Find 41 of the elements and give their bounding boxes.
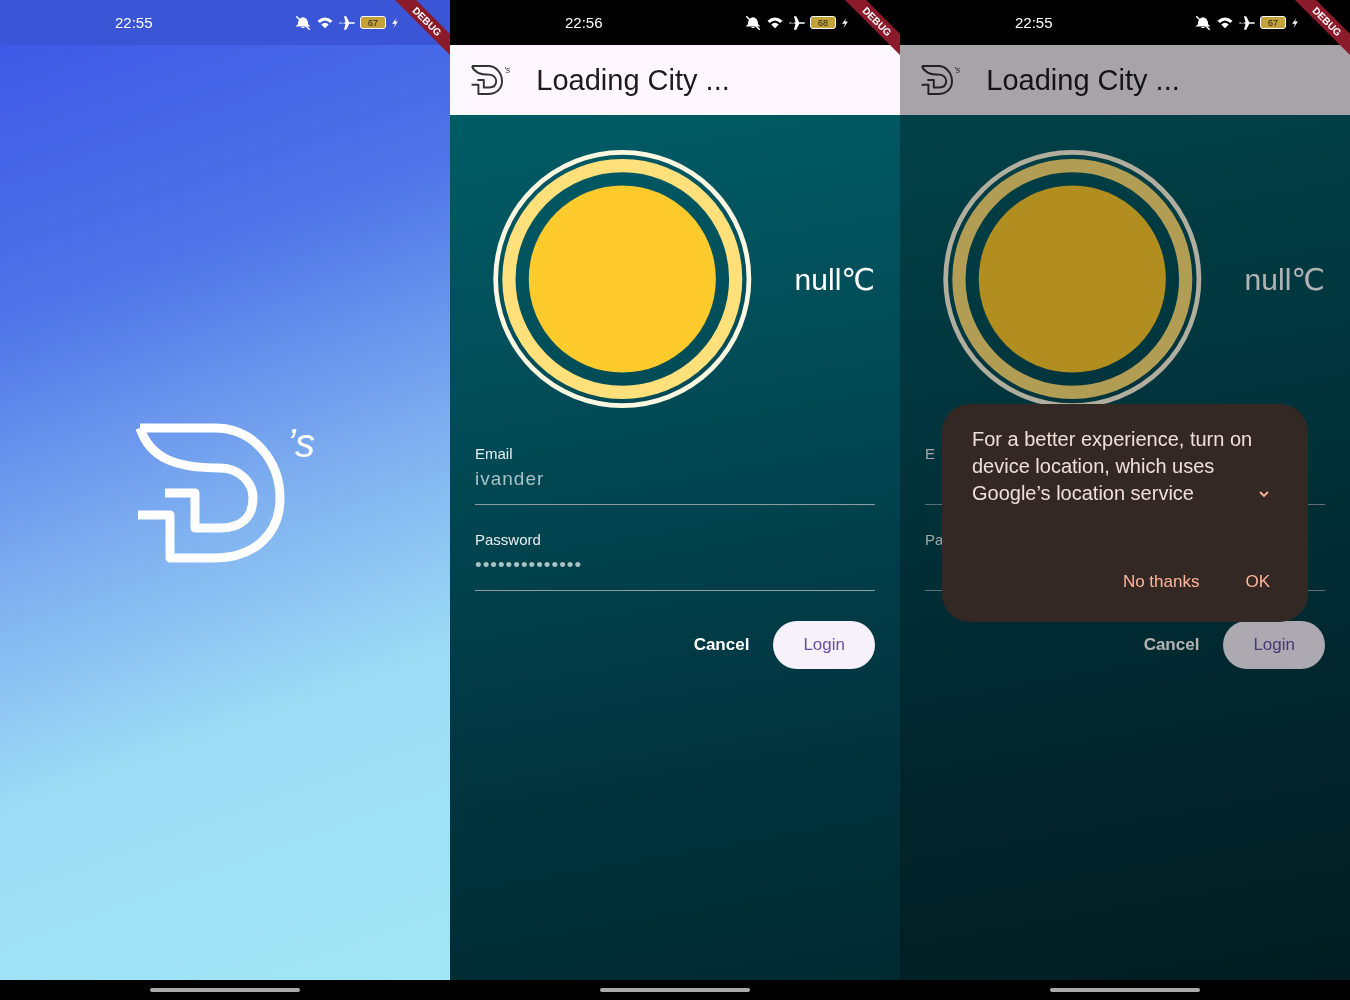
- muted-bell-icon: [744, 13, 762, 32]
- battery-level: 67: [1268, 17, 1278, 28]
- cancel-button[interactable]: Cancel: [1133, 625, 1210, 665]
- field-value: ••••••••••••••: [475, 554, 584, 576]
- field-label: E: [925, 445, 936, 462]
- field-label: Password: [475, 531, 542, 548]
- airplane-icon: [338, 13, 356, 32]
- airplane-icon: [1238, 13, 1256, 32]
- dialog-button[interactable]: OK: [1237, 566, 1278, 598]
- battery-level: 67: [368, 17, 378, 28]
- logo-text: ’s: [954, 65, 961, 75]
- muted-bell-icon: [294, 13, 312, 32]
- clock-time: 22:55: [115, 14, 153, 31]
- input-field[interactable]: Password ••••••••••••••: [475, 531, 875, 591]
- muted-bell-icon: [1194, 13, 1212, 32]
- login-button[interactable]: Login: [1223, 621, 1325, 669]
- field-label: Email: [475, 445, 514, 462]
- logo-icon: [920, 65, 954, 95]
- field-value: ivander: [475, 468, 546, 490]
- temperature-text: null℃: [1244, 261, 1325, 297]
- gesture-handle[interactable]: [150, 988, 300, 992]
- app-bar-title: Loading City ...: [536, 63, 730, 97]
- battery-level: 68: [818, 17, 828, 28]
- app-bar-title: Loading City ...: [986, 63, 1180, 97]
- field-label: Pa: [925, 531, 945, 548]
- gesture-handle[interactable]: [600, 988, 750, 992]
- gesture-handle[interactable]: [1050, 988, 1200, 992]
- cancel-button[interactable]: Cancel: [683, 625, 760, 665]
- logo-icon: [134, 422, 285, 563]
- airplane-icon: [788, 13, 806, 32]
- input-field[interactable]: Email ivander: [475, 445, 875, 505]
- clock-time: 22:55: [1015, 14, 1053, 31]
- logo-text: ’s: [504, 65, 511, 75]
- dialog-message: For a better experience, turn on device location, which uses Google’s location service: [972, 427, 1254, 506]
- login-button[interactable]: Login: [773, 621, 875, 669]
- logo-text: ’s: [286, 422, 316, 463]
- chevron-down-icon: [1258, 489, 1270, 499]
- temperature-text: null℃: [794, 261, 875, 297]
- dialog-button[interactable]: No thanks: [1114, 566, 1208, 598]
- logo-icon: [470, 65, 504, 95]
- clock-time: 22:56: [565, 14, 603, 31]
